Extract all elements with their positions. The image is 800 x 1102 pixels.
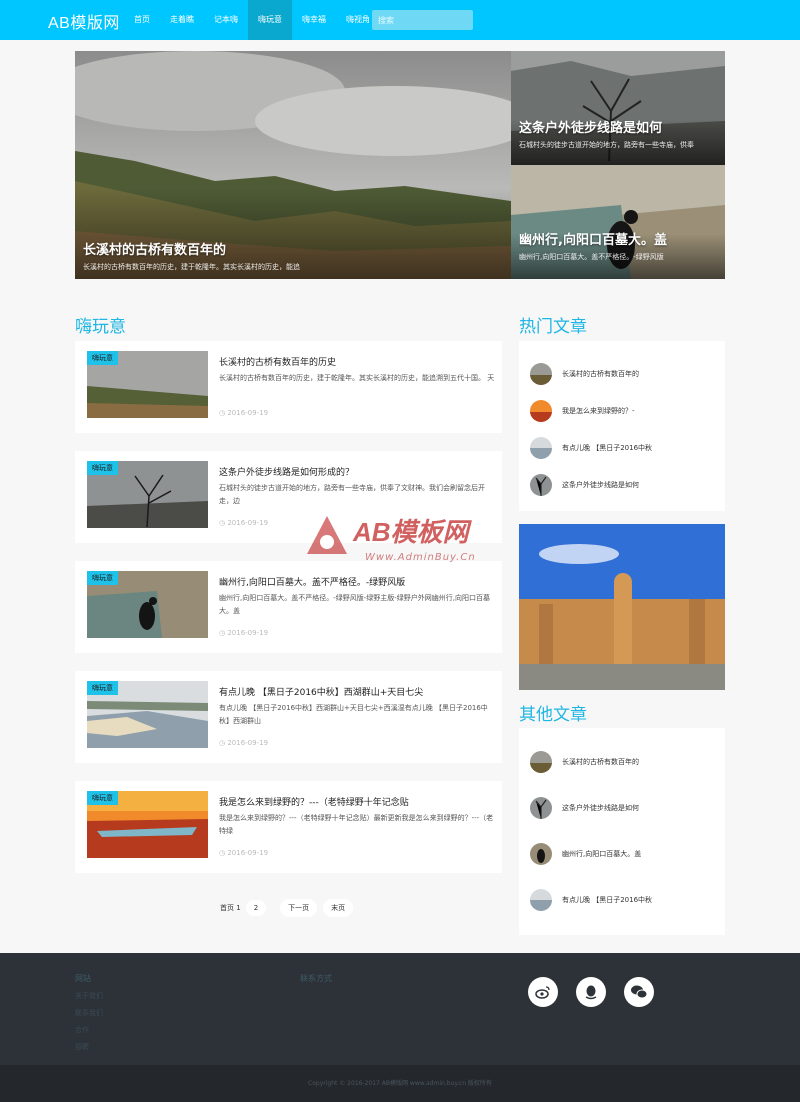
hot-article-thumb (530, 400, 552, 422)
footer-heading: 联系方式 (300, 974, 332, 983)
article-title[interactable]: 我是怎么来到绿野的？---（老特绿野十年记念贴 (219, 795, 409, 808)
article-thumbnail[interactable]: 嗨玩意 (87, 681, 208, 748)
article-tag[interactable]: 嗨玩意 (87, 461, 118, 475)
hot-article-item[interactable]: 这条户外徒步线路是如何 (530, 474, 639, 496)
footer-links: 网站 关于我们 联系我们 合作 招聘 (75, 973, 103, 1059)
footer: 网站 关于我们 联系我们 合作 招聘 联系方式 (0, 953, 800, 1065)
banner-side-2-caption: 幽州行,向阳口百墓大。盖 幽州行,向阳口百墓大。盖不严格径。-绿野风版 (519, 229, 717, 262)
article-date: ◷ 2016-09-19 (219, 629, 269, 637)
article-desc: 长溪村的古桥有数百年的历史，建于乾隆年。其实长溪村的历史，能追溯到五代十国。 天 (219, 374, 495, 382)
article-title[interactable]: 有点儿晚 【黑日子2016中秋】西湖群山+天目七尖 (219, 685, 423, 698)
nav-item-home[interactable]: 首页 (124, 0, 160, 40)
article-desc: 有点儿晚 【黑日子2016中秋】西湖群山+天目七尖+西溪湿有点儿晚 【黑日子20… (219, 704, 488, 725)
other-article-thumb (530, 751, 552, 773)
article-date: ◷ 2016-09-19 (219, 409, 269, 417)
pagination-next[interactable]: 下一页 (280, 899, 318, 917)
footer-link[interactable]: 合作 (75, 1025, 103, 1035)
hot-articles-title: 热门文章 (519, 317, 587, 337)
pagination-first[interactable]: 首页 1 (220, 903, 241, 913)
article-title[interactable]: 长溪村的古桥有数百年的历史 (219, 355, 336, 368)
article-item[interactable]: 嗨玩意 长溪村的古桥有数百年的历史 长溪村的古桥有数百年的历史，建于乾隆年。其实… (75, 341, 502, 433)
banner-main-desc: 长溪村的古桥有数百年的历史，建于乾隆年。其实长溪村的历史，能追 (83, 263, 300, 271)
site-logo[interactable]: AB模版网 (48, 9, 120, 33)
nav-item-jiben[interactable]: 记本嗨 (204, 0, 248, 40)
weibo-icon[interactable] (528, 977, 558, 1007)
other-article-item[interactable]: 长溪村的古桥有数百年的 (530, 751, 639, 773)
nav-item-haiwanyi[interactable]: 嗨玩意 (248, 0, 292, 40)
pagination-page-2[interactable]: 2 (245, 900, 267, 916)
other-articles-title: 其他文章 (519, 705, 587, 725)
other-article-thumb (530, 889, 552, 911)
article-tag[interactable]: 嗨玩意 (87, 571, 118, 585)
article-thumbnail[interactable]: 嗨玩意 (87, 791, 208, 858)
article-thumbnail[interactable]: 嗨玩意 (87, 571, 208, 638)
article-item[interactable]: 嗨玩意 有点儿晚 【黑日子2016中秋】西湖群山+天目七尖 有点儿晚 【黑日子2… (75, 671, 502, 763)
watermark-logo: AB模板网 Www.AdminBuy.Cn (305, 512, 535, 592)
other-article-item[interactable]: 这条户外徒步线路是如何 (530, 797, 639, 819)
banner-side-2-desc: 幽州行,向阳口百墓大。盖不严格径。-绿野风版 (519, 253, 664, 261)
article-desc: 石城村头的徒步古道开始的地方，路旁有一些寺庙，供奉了文财神。我们会刷留念后开走，… (219, 484, 485, 505)
wechat-icon[interactable] (624, 977, 654, 1007)
article-thumbnail[interactable]: 嗨玩意 (87, 461, 208, 528)
main-nav: 首页 走着瞧 记本嗨 嗨玩意 嗨幸福 嗨视角 (124, 0, 380, 40)
section-title: 嗨玩意 (75, 317, 126, 337)
banner-main-title[interactable]: 长溪村的古桥有数百年的 (83, 239, 503, 258)
hot-article-item[interactable]: 我是怎么来到绿野的？- (530, 400, 635, 422)
other-article-thumb (530, 797, 552, 819)
article-thumbnail[interactable]: 嗨玩意 (87, 351, 208, 418)
footer-link[interactable]: 联系我们 (75, 1008, 103, 1018)
banner-side-2-title[interactable]: 幽州行,向阳口百墓大。盖 (519, 229, 717, 248)
article-date: ◷ 2016-09-19 (219, 519, 269, 527)
article-item[interactable]: 嗨玩意 我是怎么来到绿野的？---（老特绿野十年记念贴 我是怎么来到绿野的？--… (75, 781, 502, 873)
top-navbar: AB模版网 首页 走着瞧 记本嗨 嗨玩意 嗨幸福 嗨视角 (0, 0, 800, 40)
banner-slider: 长溪村的古桥有数百年的 长溪村的古桥有数百年的历史，建于乾隆年。其实长溪村的历史… (75, 51, 725, 279)
article-desc: 我是怎么来到绿野的？---（老特绿野十年记念贴）最新更新我是怎么来到绿野的？--… (219, 814, 494, 835)
footer-link[interactable]: 招聘 (75, 1042, 103, 1052)
sidebar-ad-image[interactable] (519, 524, 725, 690)
banner-side-2[interactable]: 幽州行,向阳口百墓大。盖 幽州行,向阳口百墓大。盖不严格径。-绿野风版 (511, 165, 725, 279)
banner-side-1-desc: 石城村头的徒步古道开始的地方，路旁有一些寺庙，供奉 (519, 141, 694, 149)
hot-articles-panel: 长溪村的古桥有数百年的 我是怎么来到绿野的？- 有点儿晚 【黑日子2016中秋 … (519, 341, 725, 511)
footer-link[interactable]: 关于我们 (75, 991, 103, 1001)
hot-article-thumb (530, 474, 552, 496)
copyright: Copyright © 2016-2017 AB模版网 www.admin.bu… (0, 1065, 800, 1102)
banner-side-1[interactable]: 这条户外徒步线路是如何 石城村头的徒步古道开始的地方，路旁有一些寺庙，供奉 (511, 51, 725, 165)
hot-article-item[interactable]: 有点儿晚 【黑日子2016中秋 (530, 437, 652, 459)
article-tag[interactable]: 嗨玩意 (87, 351, 118, 365)
footer-heading: 网站 (75, 974, 91, 983)
other-articles-panel: 长溪村的古桥有数百年的 这条户外徒步线路是如何 幽州行,向阳口百墓大。盖 有点儿… (519, 728, 725, 935)
banner-main[interactable]: 长溪村的古桥有数百年的 长溪村的古桥有数百年的历史，建于乾隆年。其实长溪村的历史… (75, 51, 511, 279)
article-tag[interactable]: 嗨玩意 (87, 681, 118, 695)
other-article-thumb (530, 843, 552, 865)
article-tag[interactable]: 嗨玩意 (87, 791, 118, 805)
article-date: ◷ 2016-09-19 (219, 739, 269, 747)
search-input[interactable] (372, 10, 473, 30)
nav-item-haixingfu[interactable]: 嗨幸福 (292, 0, 336, 40)
other-article-item[interactable]: 幽州行,向阳口百墓大。盖 (530, 843, 641, 865)
watermark-icon (307, 516, 347, 554)
article-title[interactable]: 这条户外徒步线路是如何形成的？ (219, 465, 354, 478)
article-desc: 幽州行,向阳口百墓大。盖不严格径。-绿野风版-绿野主版-绿野户外网幽州行,向阳口… (219, 594, 491, 615)
pagination-last[interactable]: 末页 (323, 899, 354, 917)
banner-main-caption: 长溪村的古桥有数百年的 长溪村的古桥有数百年的历史，建于乾隆年。其实长溪村的历史… (83, 239, 503, 272)
hot-article-thumb (530, 437, 552, 459)
hot-article-thumb (530, 363, 552, 385)
other-article-item[interactable]: 有点儿晚 【黑日子2016中秋 (530, 889, 652, 911)
hot-article-item[interactable]: 长溪村的古桥有数百年的 (530, 363, 639, 385)
article-date: ◷ 2016-09-19 (219, 849, 269, 857)
banner-side-1-title[interactable]: 这条户外徒步线路是如何 (519, 117, 717, 136)
banner-side-1-caption: 这条户外徒步线路是如何 石城村头的徒步古道开始的地方，路旁有一些寺庙，供奉 (519, 117, 717, 150)
pagination: 首页 1 2 下一页 末页 (220, 899, 354, 917)
nav-item-zouzhe[interactable]: 走着瞧 (160, 0, 204, 40)
qq-icon[interactable] (576, 977, 606, 1007)
footer-contact: 联系方式 (300, 973, 332, 991)
